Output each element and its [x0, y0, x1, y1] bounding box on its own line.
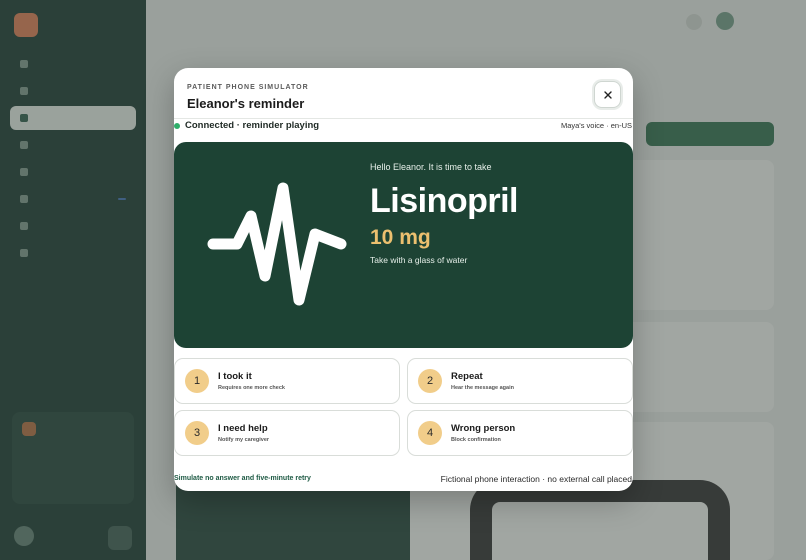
option-title: Wrong person	[451, 423, 516, 434]
modal-eyebrow: PATIENT PHONE SIMULATOR	[187, 84, 309, 91]
option-subtitle: Requires one more check	[218, 385, 285, 391]
medication-dose: 10 mg	[370, 226, 431, 249]
option-title: Repeat	[451, 371, 483, 382]
modal-divider	[174, 118, 633, 119]
option-need-help-button[interactable]: 3 I need help Notify my caregiver	[174, 410, 400, 456]
option-number-badge: 2	[418, 369, 442, 393]
option-number-badge: 4	[418, 421, 442, 445]
medication-name: Lisinopril	[370, 182, 519, 220]
connection-status: Connected · reminder playing	[174, 120, 319, 131]
close-button[interactable]	[594, 81, 621, 108]
pulse-icon	[207, 182, 347, 306]
greeting-text: Hello Eleanor. It is time to take	[370, 162, 492, 172]
voice-label: Maya's voice · en-US	[560, 121, 632, 130]
option-subtitle: Hear the message again	[451, 385, 514, 391]
phone-screen: Hello Eleanor. It is time to take Lisino…	[174, 142, 633, 348]
option-repeat-button[interactable]: 2 Repeat Hear the message again	[407, 358, 633, 404]
option-took-it-button[interactable]: 1 I took it Requires one more check	[174, 358, 400, 404]
option-title: I took it	[218, 371, 252, 382]
medication-instruction: Take with a glass of water	[370, 255, 468, 265]
disclaimer-note: Fictional phone interaction · no externa…	[440, 474, 632, 484]
option-number-badge: 3	[185, 421, 209, 445]
option-title: I need help	[218, 423, 268, 434]
status-text: Connected · reminder playing	[185, 120, 320, 131]
phone-simulator-modal: PATIENT PHONE SIMULATOR Eleanor's remind…	[174, 68, 633, 491]
modal-title: Eleanor's reminder	[187, 96, 305, 111]
option-subtitle: Block confirmation	[451, 437, 501, 443]
close-icon	[603, 90, 612, 99]
option-number-badge: 1	[185, 369, 209, 393]
option-subtitle: Notify my caregiver	[218, 437, 270, 443]
status-dot	[174, 122, 180, 129]
option-wrong-person-button[interactable]: 4 Wrong person Block confirmation	[407, 410, 633, 456]
simulate-no-answer-link[interactable]: Simulate no answer and five-minute retry	[174, 475, 311, 482]
